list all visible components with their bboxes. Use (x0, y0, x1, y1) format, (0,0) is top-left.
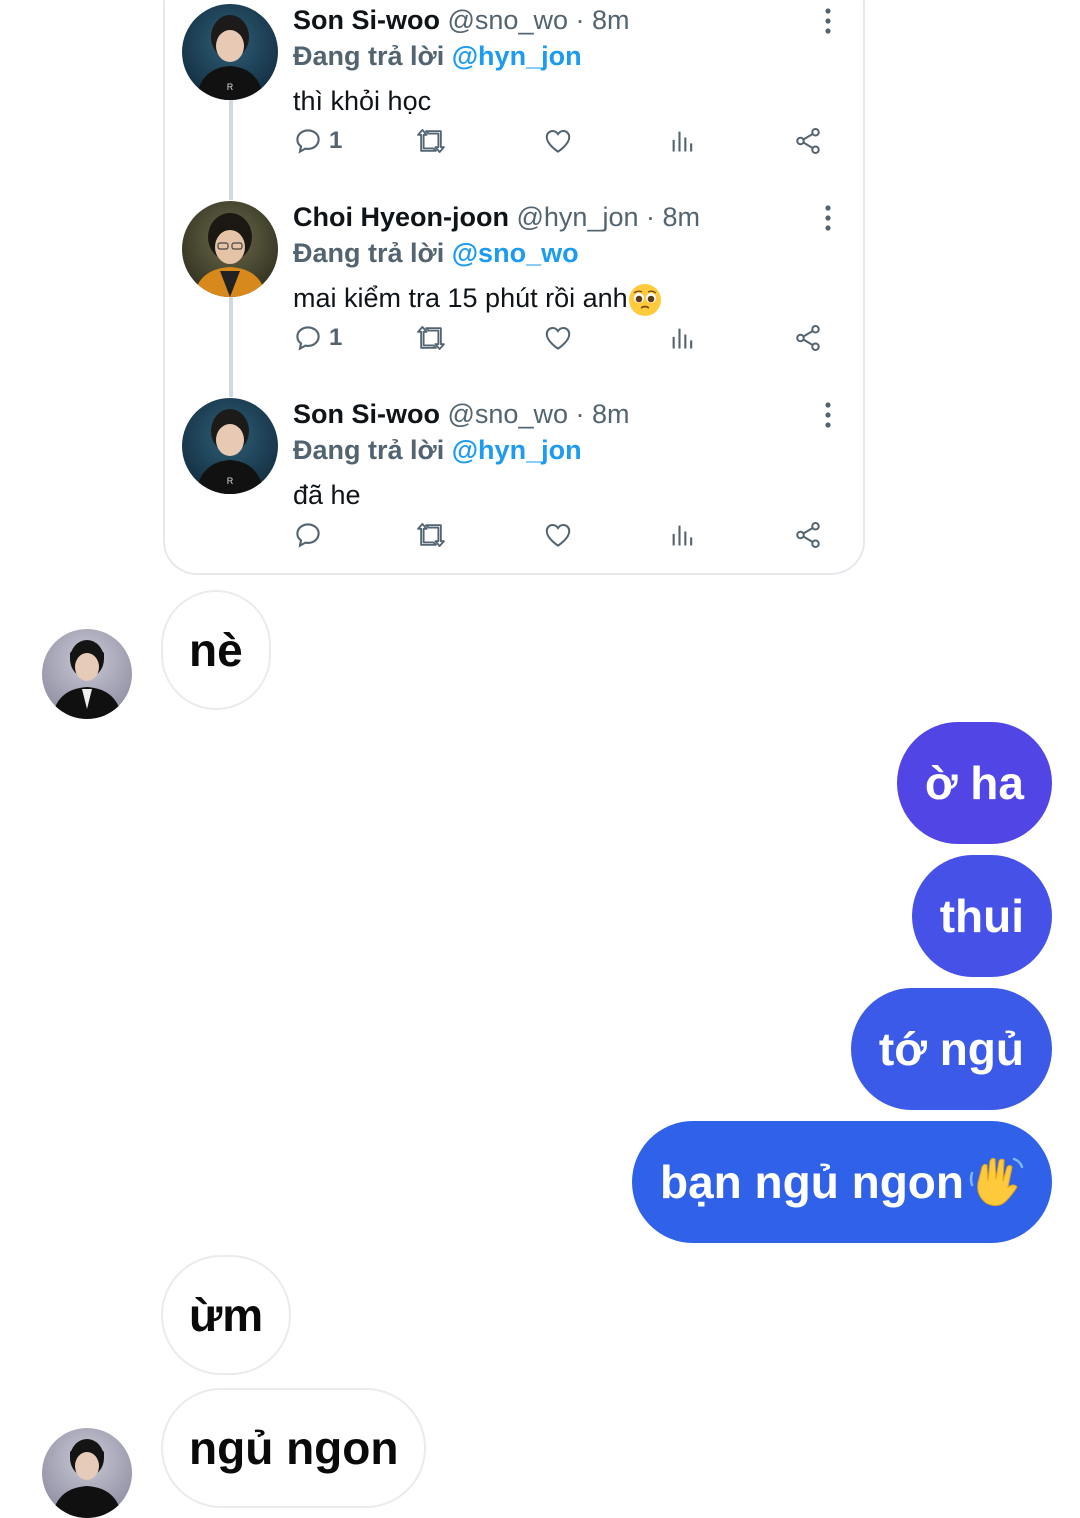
heart-icon (545, 523, 571, 547)
reply-button[interactable]: 1 (293, 319, 342, 357)
reply-count: 1 (329, 324, 343, 351)
tweet-item[interactable]: R Son Si-woo @sno_wo · 8m Đang trả lời @… (165, 396, 863, 573)
views-icon (672, 131, 693, 152)
incoming-message-bubble[interactable]: ngủ ngon (161, 1388, 427, 1508)
author-name[interactable]: Son Si-woo (293, 5, 440, 35)
reply-button[interactable]: 1 (293, 122, 342, 160)
like-button[interactable] (543, 122, 573, 160)
tweet-actions (293, 516, 833, 554)
message-text: ừm (189, 1289, 264, 1341)
tweet-time: · 8m (646, 202, 701, 232)
author-name[interactable]: Son Si-woo (293, 399, 440, 429)
avatar[interactable] (42, 1428, 132, 1518)
tweet-text-content: mai kiểm tra 15 phút rồi anh (293, 283, 628, 313)
outgoing-message-bubble[interactable]: bạn ngủ ngon (631, 1121, 1052, 1243)
message-text: tớ ngủ (878, 1023, 1024, 1075)
embedded-tweet-thread[interactable]: R Son Si-woo @sno_wo · 8m Đang trả lời @… (163, 0, 865, 575)
tweet-text: mai kiểm tra 15 phút rồi anh (293, 281, 662, 317)
tweet-text: thì khỏi học (293, 86, 432, 116)
views-button[interactable] (669, 122, 697, 160)
replying-to-label: Đang trả lời (293, 435, 445, 465)
tweet-time: · 8m (575, 399, 630, 429)
avatar[interactable] (42, 629, 132, 719)
retweet-button[interactable] (415, 122, 447, 160)
outgoing-message-bubble[interactable]: tớ ngủ (850, 988, 1052, 1110)
views-icon (672, 525, 693, 546)
retweet-icon (417, 326, 445, 350)
comment-icon (296, 326, 320, 351)
views-icon (672, 328, 693, 349)
tweet-header: Son Si-woo @sno_wo · 8m (293, 398, 630, 430)
avatar[interactable] (182, 201, 278, 297)
retweet-button[interactable] (415, 516, 447, 554)
more-vertical-icon[interactable] (825, 402, 831, 428)
replying-to: Đang trả lời @sno_wo (293, 237, 579, 269)
share-icon (796, 128, 820, 154)
tweet-actions: 1 (293, 319, 833, 357)
pleading-face-emoji-icon (628, 283, 661, 316)
message-text: ngủ ngon (189, 1422, 399, 1474)
svg-text:R: R (227, 82, 234, 92)
share-icon (796, 325, 820, 351)
mention-link[interactable]: @hyn_jon (452, 41, 582, 71)
tweet-item[interactable]: R Son Si-woo @sno_wo · 8m Đang trả lời @… (165, 2, 863, 199)
mention-link[interactable]: @sno_wo (452, 238, 579, 268)
svg-text:R: R (227, 476, 234, 486)
retweet-icon (417, 128, 445, 153)
heart-icon (545, 326, 571, 350)
views-button[interactable] (669, 319, 697, 357)
replying-to-label: Đang trả lời (293, 41, 445, 71)
share-button[interactable] (793, 122, 823, 160)
tweet-text: đã he (293, 480, 361, 510)
outgoing-message-bubble[interactable]: ờ ha (896, 722, 1052, 844)
waving-hand-emoji-icon (969, 1157, 1024, 1207)
message-text: thui (939, 890, 1024, 942)
replying-to: Đang trả lời @hyn_jon (293, 434, 582, 466)
like-button[interactable] (543, 516, 573, 554)
replying-to: Đang trả lời @hyn_jon (293, 40, 582, 72)
retweet-icon (417, 523, 445, 547)
author-handle[interactable]: @hyn_jon (517, 202, 639, 232)
author-handle[interactable]: @sno_wo (448, 399, 568, 429)
author-name[interactable]: Choi Hyeon-joon (293, 202, 509, 232)
tweet-header: Choi Hyeon-joon @hyn_jon · 8m (293, 201, 700, 233)
share-button[interactable] (793, 516, 823, 554)
incoming-message-bubble[interactable]: ừm (161, 1255, 292, 1375)
author-handle[interactable]: @sno_wo (448, 5, 568, 35)
share-button[interactable] (793, 319, 823, 357)
outgoing-message-bubble[interactable]: thui (911, 855, 1052, 977)
heart-icon (545, 129, 571, 153)
tweet-item[interactable]: Choi Hyeon-joon @hyn_jon · 8m Đang trả l… (165, 199, 863, 396)
message-text: bạn ngủ ngon (659, 1156, 964, 1208)
retweet-button[interactable] (415, 319, 447, 357)
comment-icon (296, 523, 320, 548)
more-vertical-icon[interactable] (825, 8, 831, 34)
comment-icon (296, 129, 320, 154)
like-button[interactable] (543, 319, 573, 357)
avatar[interactable]: R (182, 398, 278, 494)
message-text: ờ ha (924, 757, 1024, 809)
reply-count: 1 (329, 127, 343, 154)
share-icon (796, 522, 820, 548)
reply-button[interactable] (293, 516, 329, 554)
avatar[interactable]: R (182, 4, 278, 100)
message-text: nè (189, 624, 243, 676)
views-button[interactable] (669, 516, 697, 554)
tweet-actions: 1 (293, 122, 833, 160)
mention-link[interactable]: @hyn_jon (452, 435, 582, 465)
tweet-header: Son Si-woo @sno_wo · 8m (293, 4, 630, 36)
tweet-time: · 8m (575, 5, 630, 35)
incoming-message-bubble[interactable]: nè (161, 590, 271, 710)
replying-to-label: Đang trả lời (293, 238, 445, 268)
more-vertical-icon[interactable] (825, 205, 831, 231)
